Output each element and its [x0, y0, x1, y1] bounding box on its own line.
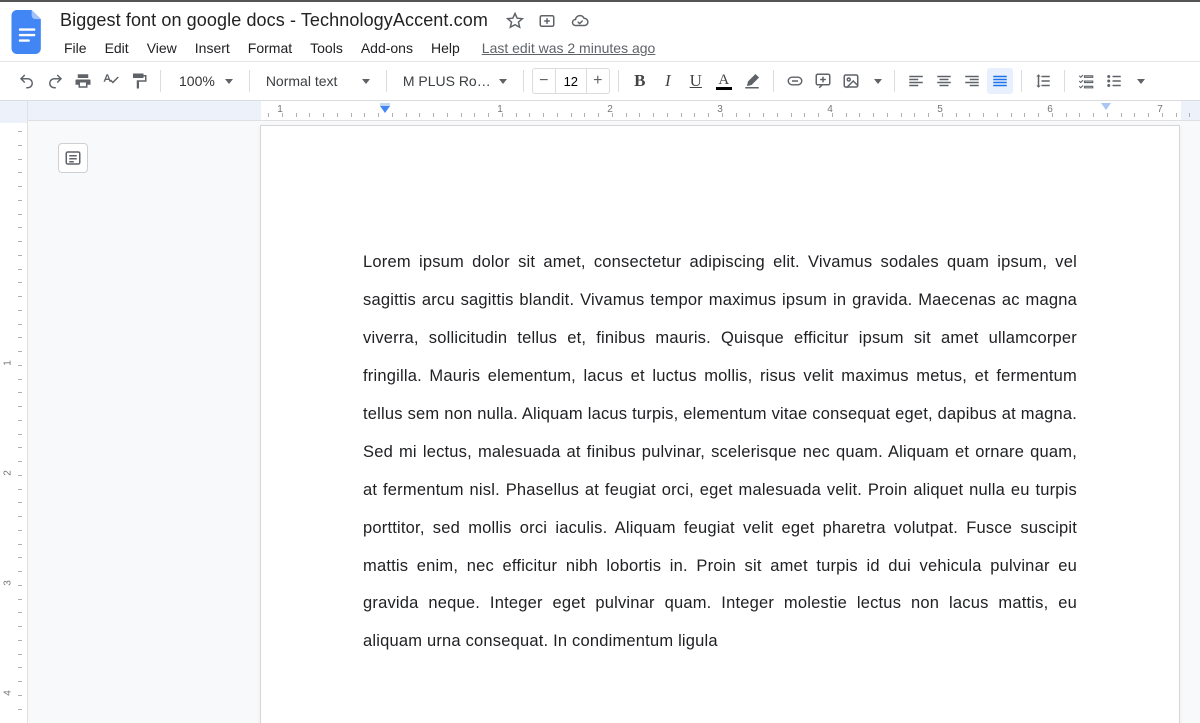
menu-tools[interactable]: Tools [302, 38, 351, 58]
chevron-down-icon [362, 79, 370, 84]
separator [894, 70, 895, 92]
align-center-button[interactable] [931, 68, 957, 94]
chevron-down-icon [225, 79, 233, 84]
chevron-down-icon [1137, 79, 1145, 84]
menubar: File Edit View Insert Format Tools Add-o… [56, 37, 1190, 59]
separator [773, 70, 774, 92]
font-size-group: − + [532, 68, 610, 94]
indent-right-marker[interactable] [1101, 103, 1111, 110]
vertical-ruler[interactable]: 1234 [0, 121, 28, 723]
align-left-button[interactable] [903, 68, 929, 94]
menu-addons[interactable]: Add-ons [353, 38, 421, 58]
spellcheck-button[interactable] [98, 68, 124, 94]
document-canvas[interactable]: Lorem ipsum dolor sit amet, consectetur … [28, 121, 1200, 723]
font-size-decrease[interactable]: − [533, 72, 555, 90]
add-comment-button[interactable] [810, 68, 836, 94]
font-family-value: M PLUS Ro… [403, 73, 491, 89]
title-row: Biggest font on google docs - Technology… [56, 8, 1190, 33]
document-title[interactable]: Biggest font on google docs - Technology… [56, 8, 492, 33]
ruler-corner [0, 101, 28, 121]
underline-button[interactable]: U [683, 68, 709, 94]
document-outline-button[interactable] [58, 143, 88, 173]
body-paragraph[interactable]: Lorem ipsum dolor sit amet, consectetur … [363, 244, 1077, 661]
star-icon[interactable] [506, 12, 524, 30]
insert-link-button[interactable] [782, 68, 808, 94]
page[interactable]: Lorem ipsum dolor sit amet, consectetur … [260, 125, 1180, 723]
separator [386, 70, 387, 92]
text-color-button[interactable]: A [711, 68, 737, 94]
insert-image-dropdown[interactable] [866, 68, 886, 94]
bold-button[interactable]: B [627, 68, 653, 94]
header: Biggest font on google docs - Technology… [0, 2, 1200, 61]
menu-edit[interactable]: Edit [97, 38, 137, 58]
separator [160, 70, 161, 92]
chevron-down-icon [499, 79, 507, 84]
font-size-input[interactable] [555, 69, 587, 93]
menu-file[interactable]: File [56, 38, 95, 58]
horizontal-ruler-row: 11234567 [0, 101, 1200, 121]
separator [618, 70, 619, 92]
horizontal-ruler[interactable]: 11234567 [28, 101, 1200, 121]
bulleted-list-dropdown[interactable] [1129, 68, 1149, 94]
line-spacing-button[interactable] [1030, 68, 1056, 94]
menu-format[interactable]: Format [240, 38, 300, 58]
toolbar: 100% Normal text M PLUS Ro… − + B I U A [0, 61, 1200, 101]
paint-format-button[interactable] [126, 68, 152, 94]
docs-logo-icon[interactable] [8, 8, 48, 56]
print-button[interactable] [70, 68, 96, 94]
title-area: Biggest font on google docs - Technology… [56, 8, 1190, 59]
font-family-dropdown[interactable]: M PLUS Ro… [395, 68, 515, 94]
paragraph-style-dropdown[interactable]: Normal text [258, 68, 378, 94]
menu-view[interactable]: View [139, 38, 185, 58]
separator [1021, 70, 1022, 92]
title-icons [506, 12, 590, 30]
move-icon[interactable] [538, 12, 556, 30]
undo-button[interactable] [14, 68, 40, 94]
cloud-saved-icon[interactable] [570, 12, 590, 30]
separator [1064, 70, 1065, 92]
separator [249, 70, 250, 92]
highlight-color-button[interactable] [739, 68, 765, 94]
chevron-down-icon [874, 79, 882, 84]
separator [523, 70, 524, 92]
last-edit-link[interactable]: Last edit was 2 minutes ago [482, 40, 656, 56]
checklist-button[interactable] [1073, 68, 1099, 94]
align-justify-button[interactable] [987, 68, 1013, 94]
menu-insert[interactable]: Insert [187, 38, 238, 58]
menu-help[interactable]: Help [423, 38, 468, 58]
bulleted-list-button[interactable] [1101, 68, 1127, 94]
paragraph-style-value: Normal text [266, 73, 338, 89]
zoom-dropdown[interactable]: 100% [173, 68, 237, 94]
font-size-increase[interactable]: + [587, 72, 609, 90]
redo-button[interactable] [42, 68, 68, 94]
italic-button[interactable]: I [655, 68, 681, 94]
indent-left-marker[interactable] [380, 103, 390, 113]
align-right-button[interactable] [959, 68, 985, 94]
zoom-value: 100% [177, 73, 217, 89]
workspace: 1234 Lorem ipsum dolor sit amet, consect… [0, 121, 1200, 723]
insert-image-button[interactable] [838, 68, 864, 94]
